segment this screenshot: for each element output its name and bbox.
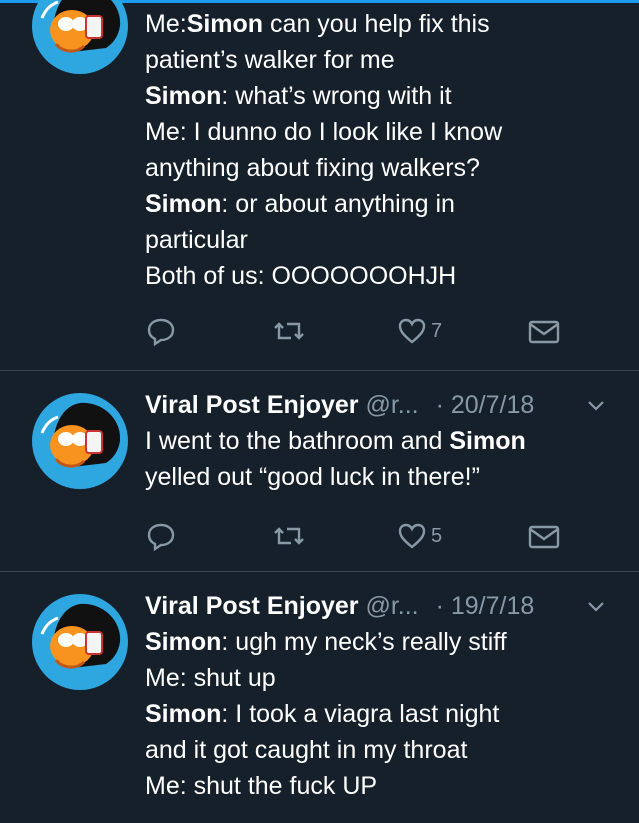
- user-handle[interactable]: @r...: [365, 592, 418, 620]
- display-name[interactable]: Viral Post Enjoyer: [145, 391, 359, 419]
- tweet-header: Viral Post Enjoyer @r... · 20/7/18: [145, 387, 615, 423]
- heart-icon: [398, 523, 426, 549]
- reply-button[interactable]: [145, 521, 177, 551]
- chevron-down-icon: [588, 602, 604, 612]
- tweet-text: I went to the bathroom and Simon yelled …: [145, 427, 526, 491]
- garfield-avatar-icon: [40, 0, 121, 53]
- tweet-menu-button[interactable]: [585, 592, 607, 628]
- envelope-icon: [528, 320, 560, 344]
- chevron-down-icon: [588, 401, 604, 411]
- dm-button[interactable]: [527, 316, 561, 346]
- like-count: 5: [431, 524, 443, 547]
- reply-icon: [147, 523, 175, 551]
- tweet-text: Simon: ugh my neck’s really stiff Me: sh…: [145, 628, 507, 800]
- display-name[interactable]: Viral Post Enjoyer: [145, 592, 359, 620]
- avatar[interactable]: [32, 393, 128, 489]
- tweet-3[interactable]: Viral Post Enjoyer @r... · 19/7/18 Simon…: [0, 572, 639, 823]
- garfield-avatar-icon: [40, 402, 121, 468]
- reply-icon: [147, 318, 175, 346]
- retweet-icon: [274, 527, 304, 545]
- like-button[interactable]: 7: [397, 316, 442, 346]
- tweet-1[interactable]: Me:Simon can you help fix this patient’s…: [0, 0, 639, 370]
- user-handle[interactable]: @r...: [365, 391, 418, 419]
- avatar[interactable]: [32, 594, 128, 690]
- retweet-button[interactable]: [271, 521, 307, 551]
- retweet-icon: [274, 322, 304, 340]
- tweet-date[interactable]: · 20/7/18: [436, 391, 535, 419]
- heart-icon: [398, 318, 426, 344]
- envelope-icon: [528, 525, 560, 549]
- dm-button[interactable]: [527, 521, 561, 551]
- like-button[interactable]: 5: [397, 521, 442, 551]
- reply-button[interactable]: [145, 316, 177, 346]
- avatar[interactable]: [32, 0, 128, 74]
- retweet-button[interactable]: [271, 316, 307, 346]
- tweet-2[interactable]: Viral Post Enjoyer @r... · 20/7/18 I wen…: [0, 371, 639, 570]
- like-count: 7: [431, 319, 443, 342]
- tweet-menu-button[interactable]: [585, 391, 607, 427]
- tweet-text: Me:Simon can you help fix this patient’s…: [145, 10, 503, 290]
- tweet-date[interactable]: · 19/7/18: [436, 592, 535, 620]
- tweet-header: Viral Post Enjoyer @r... · 19/7/18: [145, 588, 615, 624]
- garfield-avatar-icon: [40, 603, 121, 669]
